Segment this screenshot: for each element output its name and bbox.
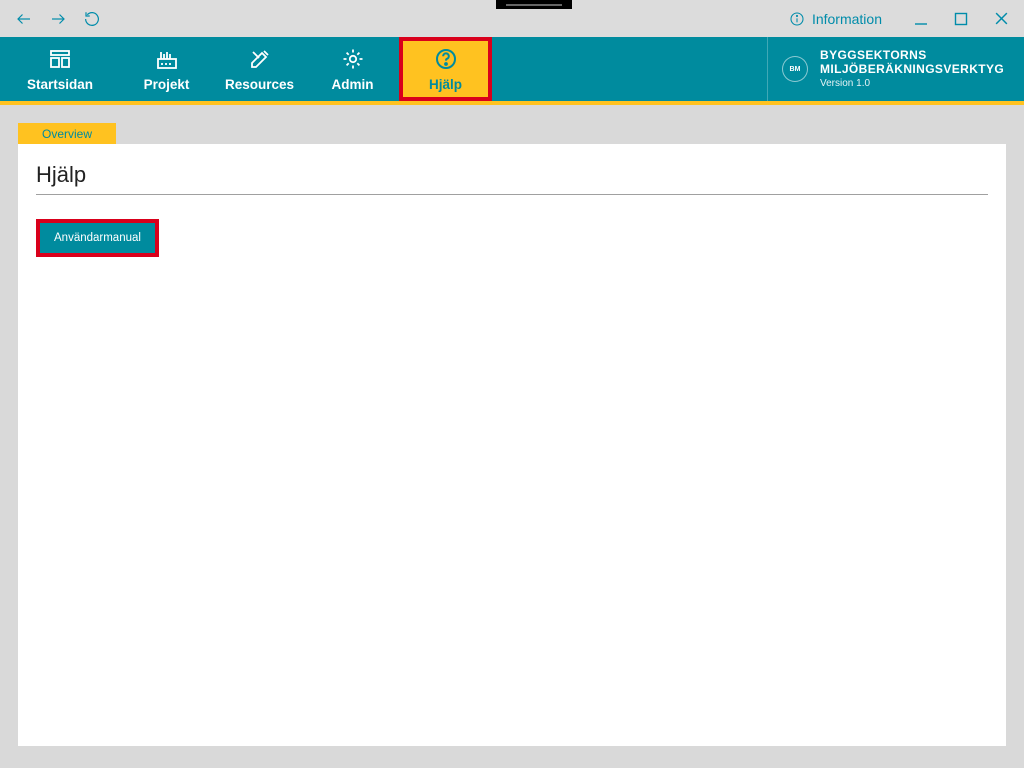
information-label: Information: [812, 11, 882, 27]
titlebar-nav-group: [0, 9, 102, 29]
information-button[interactable]: Information: [789, 11, 898, 27]
brand-badge: BM: [782, 56, 808, 82]
arrow-left-icon: [15, 10, 33, 28]
back-button[interactable]: [14, 9, 34, 29]
tab-overview[interactable]: Overview: [18, 123, 116, 144]
titlebar: Information: [0, 0, 1024, 37]
user-manual-button[interactable]: Användarmanual: [36, 219, 159, 257]
dashboard-icon: [48, 47, 72, 71]
brand-line2: MILJÖBERÄKNINGSVERKTYG: [820, 63, 1004, 77]
tab-row: Overview: [18, 123, 1006, 144]
close-icon: [994, 11, 1009, 26]
content-panel: Hjälp Användarmanual: [18, 144, 1006, 746]
refresh-button[interactable]: [82, 9, 102, 29]
app-window: Information Startsidan Projekt: [0, 0, 1024, 768]
info-icon: [789, 11, 805, 27]
nav-label: Projekt: [144, 77, 190, 92]
brand-area: BM BYGGSEKTORNS MILJÖBERÄKNINGSVERKTYG V…: [768, 37, 1024, 101]
nav-item-projekt[interactable]: Projekt: [120, 37, 213, 101]
maximize-icon: [954, 12, 968, 26]
brand-version: Version 1.0: [820, 78, 1004, 90]
titlebar-right-group: Information: [789, 4, 1024, 34]
nav-label: Startsidan: [27, 77, 93, 92]
tools-icon: [248, 47, 272, 71]
nav-item-resources[interactable]: Resources: [213, 37, 306, 101]
nav-label: Resources: [225, 77, 294, 92]
titlebar-grip-line: [506, 4, 562, 6]
nav-label: Hjälp: [429, 77, 462, 92]
refresh-icon: [83, 10, 101, 28]
content-area: Overview Hjälp Användarmanual: [0, 105, 1024, 768]
maximize-button[interactable]: [944, 4, 978, 34]
nav-label: Admin: [332, 77, 374, 92]
factory-icon: [155, 47, 179, 71]
brand-line1: BYGGSEKTORNS: [820, 49, 1004, 63]
nav-item-hjalp[interactable]: Hjälp: [399, 37, 492, 101]
nav-items: Startsidan Projekt Resources Admin Hjälp: [0, 37, 492, 101]
ribbon-spacer: [492, 37, 768, 101]
arrow-right-icon: [49, 10, 67, 28]
nav-item-startsidan[interactable]: Startsidan: [0, 37, 120, 101]
minimize-icon: [914, 12, 928, 26]
nav-item-admin[interactable]: Admin: [306, 37, 399, 101]
brand-text: BYGGSEKTORNS MILJÖBERÄKNINGSVERKTYG Vers…: [820, 49, 1004, 89]
forward-button[interactable]: [48, 9, 68, 29]
gear-icon: [341, 47, 365, 71]
main-nav: Startsidan Projekt Resources Admin Hjälp…: [0, 37, 1024, 105]
help-icon: [434, 47, 458, 71]
close-button[interactable]: [984, 4, 1018, 34]
minimize-button[interactable]: [904, 4, 938, 34]
page-title: Hjälp: [36, 162, 988, 195]
